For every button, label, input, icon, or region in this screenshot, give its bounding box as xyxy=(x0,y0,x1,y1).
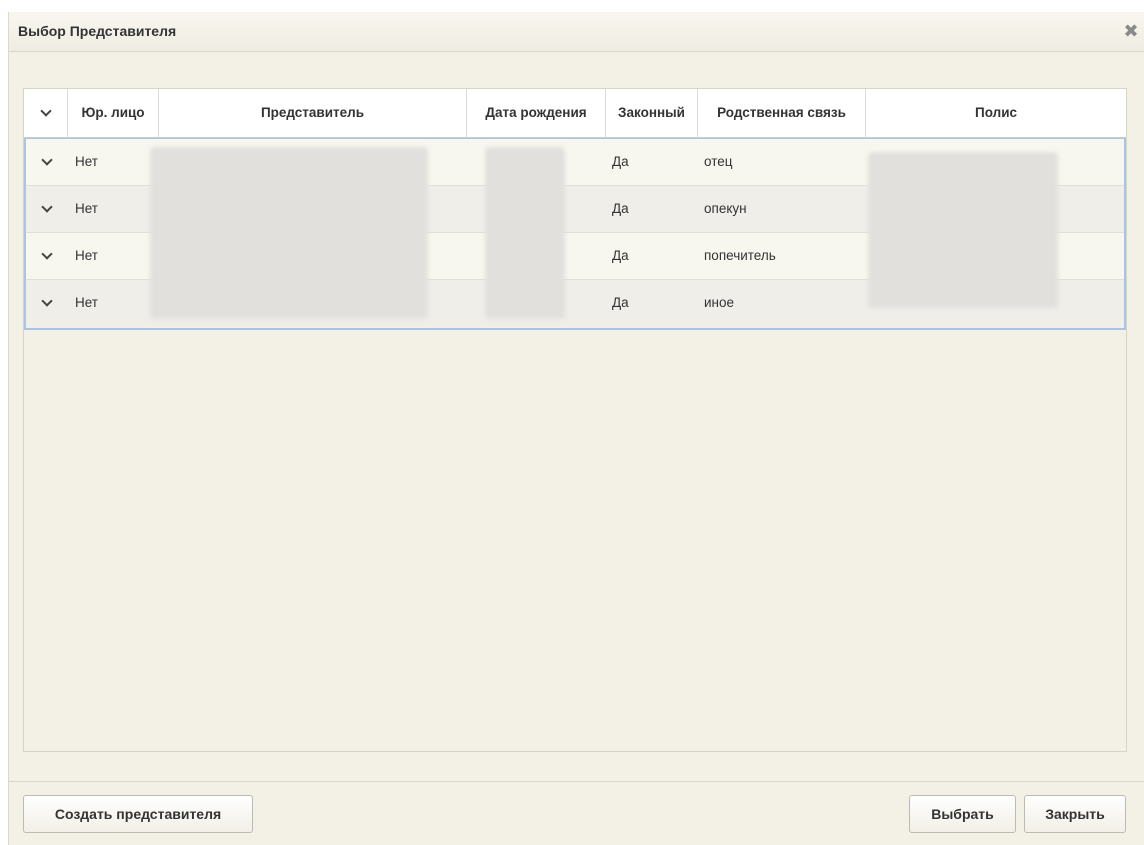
cell-legal: Да xyxy=(612,248,629,263)
cell-legal-entity: Нет xyxy=(75,154,98,169)
redacted-representative-names xyxy=(150,147,428,319)
column-header-policy[interactable]: Полис xyxy=(866,89,1126,137)
expand-all-toggle[interactable] xyxy=(24,89,68,137)
cell-legal-entity: Нет xyxy=(75,248,98,263)
redacted-birth-dates xyxy=(485,147,565,319)
chevron-down-icon xyxy=(41,154,53,167)
cell-legal: Да xyxy=(612,201,629,216)
dialog-title: Выбор Представителя xyxy=(18,23,177,39)
cell-relation: отец xyxy=(704,154,733,169)
row-expand-toggle[interactable] xyxy=(26,233,68,279)
cell-legal-entity: Нет xyxy=(75,295,98,310)
column-header-legal-entity[interactable]: Юр. лицо xyxy=(68,89,159,137)
cell-legal-entity: Нет xyxy=(75,201,98,216)
cell-relation: иное xyxy=(704,295,735,310)
chevron-down-icon xyxy=(39,105,52,118)
select-button[interactable]: Выбрать xyxy=(909,795,1016,833)
create-representative-button[interactable]: Создать представителя xyxy=(23,795,253,833)
dialog-footer: Создать представителя Выбрать Закрыть xyxy=(9,781,1144,845)
representative-dialog: Выбор Представителя ✖ Юр. лицо Представи… xyxy=(8,12,1144,845)
cell-legal: Да xyxy=(612,295,629,310)
redacted-policy-numbers xyxy=(868,152,1058,308)
close-icon[interactable]: ✖ xyxy=(1122,22,1140,40)
row-expand-toggle[interactable] xyxy=(26,280,68,326)
cell-legal: Да xyxy=(612,154,629,169)
column-header-representative[interactable]: Представитель xyxy=(159,89,467,137)
row-expand-toggle[interactable] xyxy=(26,139,68,185)
cell-relation: опекун xyxy=(704,201,747,216)
grid-rows: Нет Да отец Нет Да опекун Нет Да попечит… xyxy=(24,138,1126,330)
row-expand-toggle[interactable] xyxy=(26,186,68,232)
cell-relation: попечитель xyxy=(704,248,776,263)
chevron-down-icon xyxy=(41,295,53,308)
dialog-titlebar: Выбор Представителя ✖ xyxy=(9,12,1144,52)
close-button[interactable]: Закрыть xyxy=(1024,795,1126,833)
column-header-legal[interactable]: Законный xyxy=(606,89,698,137)
chevron-down-icon xyxy=(41,201,53,214)
grid-header: Юр. лицо Представитель Дата рождения Зак… xyxy=(24,89,1126,138)
representatives-grid: Юр. лицо Представитель Дата рождения Зак… xyxy=(23,88,1127,752)
chevron-down-icon xyxy=(41,248,53,261)
column-header-birth-date[interactable]: Дата рождения xyxy=(467,89,606,137)
column-header-relation[interactable]: Родственная связь xyxy=(698,89,866,137)
